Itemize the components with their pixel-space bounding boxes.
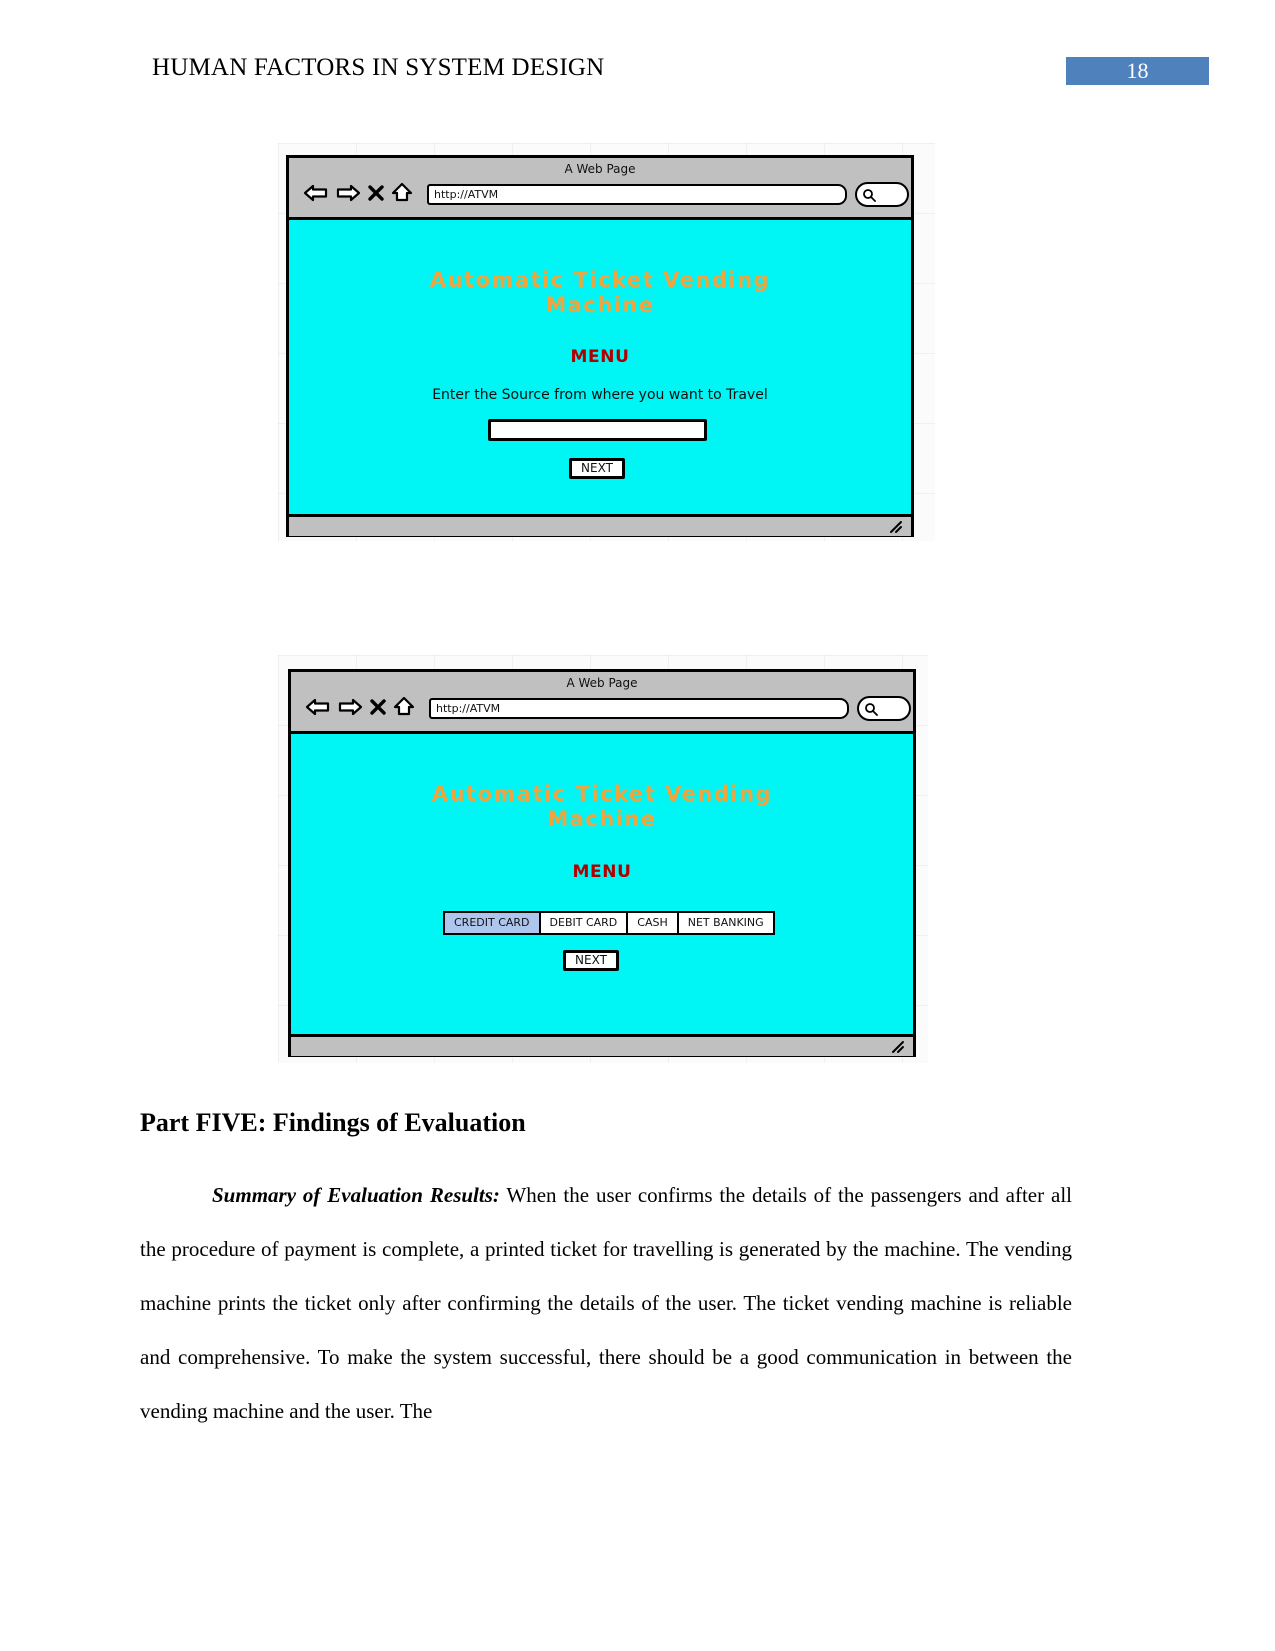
paragraph-lead-label: Summary of Evaluation Results: — [212, 1183, 500, 1207]
home-icon[interactable] — [393, 696, 415, 717]
atvm-heading-2: Automatic Ticket Vending Machine — [431, 782, 773, 831]
tab-cash[interactable]: CASH — [628, 913, 679, 933]
browser-status-bar-2 — [291, 1034, 913, 1056]
browser-chrome-2: A Web Page http://ATVM — [291, 672, 913, 734]
atvm-source-prompt: Enter the Source from where you want to … — [432, 387, 768, 403]
resize-grip-icon[interactable] — [891, 1040, 905, 1059]
payment-method-tabs[interactable]: CREDIT CARD DEBIT CARD CASH NET BANKING — [443, 911, 775, 935]
running-header-title: HUMAN FACTORS IN SYSTEM DESIGN — [152, 54, 605, 81]
summary-paragraph: Summary of Evaluation Results: When the … — [140, 1168, 1072, 1438]
atvm-heading-1: Automatic Ticket Vending Machine — [429, 268, 771, 317]
next-button-2[interactable]: NEXT — [563, 950, 619, 971]
browser-caption-1: A Web Page — [564, 162, 636, 176]
url-text-1: http://ATVM — [434, 188, 499, 201]
home-icon[interactable] — [391, 182, 413, 203]
back-arrow-icon[interactable] — [305, 697, 331, 717]
section-heading: Part FIVE: Findings of Evaluation — [140, 1108, 526, 1137]
browser-window-1: A Web Page http://ATVM Automatic Ticket … — [286, 155, 914, 537]
page-number-badge: 18 — [1066, 57, 1209, 85]
browser-search-box-2[interactable] — [857, 696, 911, 721]
browser-nav-icons-2 — [305, 696, 415, 717]
url-bar-1[interactable]: http://ATVM — [427, 184, 847, 205]
browser-caption-2: A Web Page — [566, 676, 638, 690]
document-body: Part FIVE: Findings of Evaluation Summar… — [140, 1108, 1072, 1438]
tab-credit-card[interactable]: CREDIT CARD — [445, 913, 541, 933]
browser-viewport-2: Automatic Ticket Vending Machine MENU CR… — [291, 734, 913, 1034]
search-magnifier-icon — [862, 188, 876, 207]
mockup-source-entry: A Web Page http://ATVM Automatic Ticket … — [278, 143, 935, 541]
back-arrow-icon[interactable] — [303, 183, 329, 203]
atvm-menu-label-1: MENU — [570, 347, 630, 367]
tab-debit-card[interactable]: DEBIT CARD — [540, 913, 629, 933]
mockup-payment-method: A Web Page http://ATVM Automatic Ticket … — [278, 655, 928, 1063]
resize-grip-icon[interactable] — [889, 520, 903, 539]
browser-viewport-1: Automatic Ticket Vending Machine MENU En… — [289, 220, 911, 514]
atvm-menu-label-2: MENU — [572, 862, 632, 882]
search-magnifier-icon — [864, 702, 878, 721]
browser-status-bar-1 — [289, 514, 911, 536]
page-header: HUMAN FACTORS IN SYSTEM DESIGN 18 — [0, 0, 1275, 110]
forward-arrow-icon[interactable] — [335, 183, 361, 203]
browser-nav-icons-1 — [303, 182, 413, 203]
close-x-icon[interactable] — [369, 697, 387, 717]
forward-arrow-icon[interactable] — [337, 697, 363, 717]
close-x-icon[interactable] — [367, 183, 385, 203]
url-text-2: http://ATVM — [436, 702, 501, 715]
browser-chrome-1: A Web Page http://ATVM — [289, 158, 911, 220]
tab-net-banking[interactable]: NET BANKING — [678, 913, 773, 933]
page-number-label: 18 — [1126, 58, 1149, 83]
next-button-1[interactable]: NEXT — [569, 458, 625, 479]
browser-search-box-1[interactable] — [855, 182, 909, 207]
url-bar-2[interactable]: http://ATVM — [429, 698, 849, 719]
source-input-field[interactable] — [488, 419, 707, 441]
paragraph-body-text: When the user confirms the details of th… — [140, 1183, 1072, 1423]
browser-window-2: A Web Page http://ATVM Automatic Ticket … — [288, 669, 916, 1057]
